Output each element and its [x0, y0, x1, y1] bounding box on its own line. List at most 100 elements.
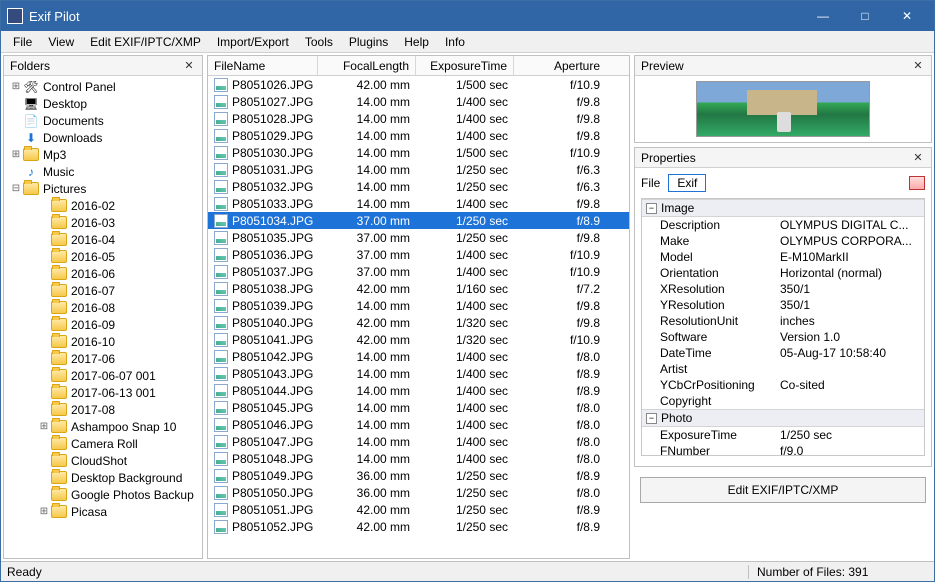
column-header-exposuretime[interactable]: ExposureTime — [416, 56, 514, 75]
folder-tree[interactable]: ⊞🛠Control Panel🖥Desktop📄Documents⬇Downlo… — [4, 76, 202, 558]
tab-exif[interactable]: Exif — [668, 174, 706, 192]
tree-item[interactable]: 2016-09 — [4, 316, 202, 333]
file-row[interactable]: P8051034.JPG37.00 mm1/250 secf/8.9 — [208, 212, 629, 229]
column-header-focallength[interactable]: FocalLength — [318, 56, 416, 75]
prop-group-image[interactable]: −Image — [642, 199, 924, 217]
tree-item[interactable]: 2016-05 — [4, 248, 202, 265]
file-row[interactable]: P8051032.JPG14.00 mm1/250 secf/6.3 — [208, 178, 629, 195]
tree-item[interactable]: 2016-06 — [4, 265, 202, 282]
file-row[interactable]: P8051050.JPG36.00 mm1/250 secf/8.0 — [208, 484, 629, 501]
prop-row[interactable]: FNumberf/9.0 — [642, 443, 924, 456]
folders-close-icon[interactable]: ✕ — [182, 59, 196, 73]
tree-item[interactable]: Google Photos Backup — [4, 486, 202, 503]
tree-item[interactable]: 2016-03 — [4, 214, 202, 231]
collapse-icon[interactable]: − — [646, 413, 657, 424]
file-row[interactable]: P8051048.JPG14.00 mm1/400 secf/8.0 — [208, 450, 629, 467]
tree-item[interactable]: ⊞🛠Control Panel — [4, 78, 202, 95]
prop-row[interactable]: DescriptionOLYMPUS DIGITAL C... — [642, 217, 924, 233]
tree-item[interactable]: ♪Music — [4, 163, 202, 180]
close-button[interactable]: ✕ — [886, 1, 928, 31]
file-row[interactable]: P8051038.JPG42.00 mm1/160 secf/7.2 — [208, 280, 629, 297]
file-row[interactable]: P8051035.JPG37.00 mm1/250 secf/9.8 — [208, 229, 629, 246]
prop-row[interactable]: XResolution350/1 — [642, 281, 924, 297]
menu-view[interactable]: View — [40, 33, 82, 51]
prop-row[interactable]: ModelE-M10MarkII — [642, 249, 924, 265]
menu-import-export[interactable]: Import/Export — [209, 33, 297, 51]
tree-item[interactable]: ⊞Ashampoo Snap 10 — [4, 418, 202, 435]
edit-exif-button[interactable]: Edit EXIF/IPTC/XMP — [640, 477, 926, 503]
tree-item[interactable]: 2017-08 — [4, 401, 202, 418]
tree-item[interactable]: 2017-06-07 001 — [4, 367, 202, 384]
file-row[interactable]: P8051039.JPG14.00 mm1/400 secf/9.8 — [208, 297, 629, 314]
tree-item[interactable]: 2016-02 — [4, 197, 202, 214]
file-row[interactable]: P8051029.JPG14.00 mm1/400 secf/9.8 — [208, 127, 629, 144]
tree-item[interactable]: CloudShot — [4, 452, 202, 469]
expand-icon[interactable]: ⊞ — [10, 149, 22, 160]
file-row[interactable]: P8051036.JPG37.00 mm1/400 secf/10.9 — [208, 246, 629, 263]
prop-row[interactable]: SoftwareVersion 1.0 — [642, 329, 924, 345]
prop-row[interactable]: YCbCrPositioningCo-sited — [642, 377, 924, 393]
prop-row[interactable]: OrientationHorizontal (normal) — [642, 265, 924, 281]
file-row[interactable]: P8051049.JPG36.00 mm1/250 secf/8.9 — [208, 467, 629, 484]
tree-item[interactable]: 2016-10 — [4, 333, 202, 350]
prop-row[interactable]: DateTime05-Aug-17 10:58:40 — [642, 345, 924, 361]
file-row[interactable]: P8051030.JPG14.00 mm1/500 secf/10.9 — [208, 144, 629, 161]
menu-file[interactable]: File — [5, 33, 40, 51]
tree-item[interactable]: ⬇Downloads — [4, 129, 202, 146]
minimize-button[interactable]: — — [802, 1, 844, 31]
tree-item[interactable]: 2016-08 — [4, 299, 202, 316]
expand-icon[interactable]: ⊞ — [38, 421, 50, 432]
options-icon[interactable] — [909, 176, 925, 190]
expand-icon[interactable]: ⊞ — [10, 81, 22, 92]
prop-row[interactable]: MakeOLYMPUS CORPORA... — [642, 233, 924, 249]
file-row[interactable]: P8051026.JPG42.00 mm1/500 secf/10.9 — [208, 76, 629, 93]
menu-edit-exif-iptc-xmp[interactable]: Edit EXIF/IPTC/XMP — [82, 33, 209, 51]
menu-info[interactable]: Info — [437, 33, 473, 51]
titlebar[interactable]: Exif Pilot — □ ✕ — [1, 1, 934, 31]
file-row[interactable]: P8051045.JPG14.00 mm1/400 secf/8.0 — [208, 399, 629, 416]
prop-group-photo[interactable]: −Photo — [642, 409, 924, 427]
tree-item[interactable]: Desktop Background — [4, 469, 202, 486]
file-row[interactable]: P8051047.JPG14.00 mm1/400 secf/8.0 — [208, 433, 629, 450]
menu-help[interactable]: Help — [396, 33, 437, 51]
file-row[interactable]: P8051027.JPG14.00 mm1/400 secf/9.8 — [208, 93, 629, 110]
tree-item[interactable]: 2016-04 — [4, 231, 202, 248]
preview-close-icon[interactable]: ✕ — [911, 59, 925, 73]
file-row[interactable]: P8051041.JPG42.00 mm1/320 secf/10.9 — [208, 331, 629, 348]
file-row[interactable]: P8051028.JPG14.00 mm1/400 secf/9.8 — [208, 110, 629, 127]
properties-close-icon[interactable]: ✕ — [911, 151, 925, 165]
file-row[interactable]: P8051051.JPG42.00 mm1/250 secf/8.9 — [208, 501, 629, 518]
prop-row[interactable]: YResolution350/1 — [642, 297, 924, 313]
column-header-filename[interactable]: FileName — [208, 56, 318, 75]
tree-item[interactable]: 2017-06-13 001 — [4, 384, 202, 401]
column-header-aperture[interactable]: Aperture — [514, 56, 606, 75]
menu-plugins[interactable]: Plugins — [341, 33, 396, 51]
expand-icon[interactable]: ⊟ — [10, 183, 22, 194]
prop-row[interactable]: Artist — [642, 361, 924, 377]
tree-item[interactable]: 🖥Desktop — [4, 95, 202, 112]
tree-item[interactable]: 2016-07 — [4, 282, 202, 299]
file-row[interactable]: P8051042.JPG14.00 mm1/400 secf/8.0 — [208, 348, 629, 365]
tree-item[interactable]: Camera Roll — [4, 435, 202, 452]
tree-item[interactable]: 📄Documents — [4, 112, 202, 129]
file-row[interactable]: P8051037.JPG37.00 mm1/400 secf/10.9 — [208, 263, 629, 280]
tree-item[interactable]: ⊞Mp3 — [4, 146, 202, 163]
file-row[interactable]: P8051046.JPG14.00 mm1/400 secf/8.0 — [208, 416, 629, 433]
file-row[interactable]: P8051031.JPG14.00 mm1/250 secf/6.3 — [208, 161, 629, 178]
expand-icon[interactable]: ⊞ — [38, 506, 50, 517]
properties-grid[interactable]: −ImageDescriptionOLYMPUS DIGITAL C...Mak… — [641, 198, 925, 456]
maximize-button[interactable]: □ — [844, 1, 886, 31]
prop-row[interactable]: Copyright — [642, 393, 924, 409]
tree-item[interactable]: ⊞Picasa — [4, 503, 202, 520]
tree-item[interactable]: 2017-06 — [4, 350, 202, 367]
file-row[interactable]: P8051052.JPG42.00 mm1/250 secf/8.9 — [208, 518, 629, 535]
menu-tools[interactable]: Tools — [297, 33, 341, 51]
tree-item[interactable]: ⊟Pictures — [4, 180, 202, 197]
prop-row[interactable]: ExposureTime1/250 sec — [642, 427, 924, 443]
file-list[interactable]: FileNameFocalLengthExposureTimeApertureP… — [208, 56, 629, 558]
collapse-icon[interactable]: − — [646, 203, 657, 214]
file-row[interactable]: P8051033.JPG14.00 mm1/400 secf/9.8 — [208, 195, 629, 212]
prop-row[interactable]: ResolutionUnitinches — [642, 313, 924, 329]
file-row[interactable]: P8051044.JPG14.00 mm1/400 secf/8.9 — [208, 382, 629, 399]
file-row[interactable]: P8051040.JPG42.00 mm1/320 secf/9.8 — [208, 314, 629, 331]
